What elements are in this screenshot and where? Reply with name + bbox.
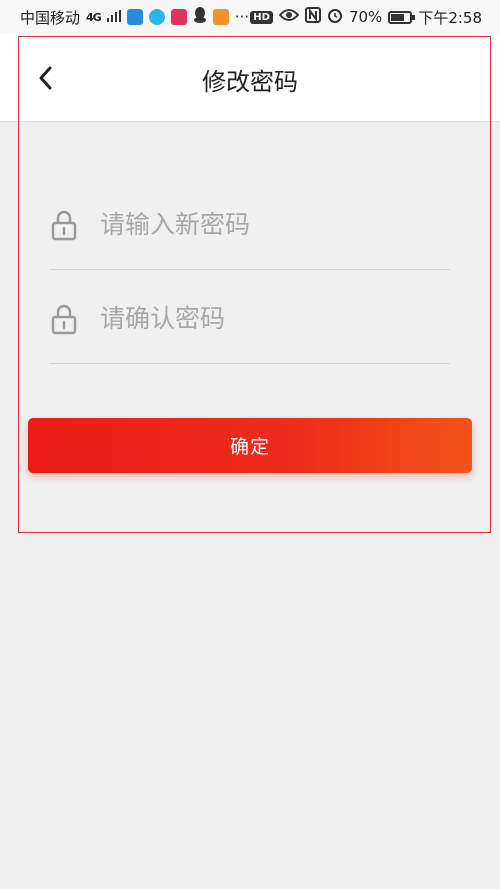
status-bar: 中国移动 4G ··· HD 70% 下午2:58 — [0, 0, 500, 34]
new-password-field — [50, 180, 450, 270]
browser-notification-icon — [148, 9, 165, 25]
more-notifications: ··· — [234, 8, 250, 26]
lock-icon — [50, 302, 78, 336]
signal-icon — [106, 8, 121, 26]
hd-badge: HD — [250, 10, 273, 24]
player-notification-icon — [212, 9, 229, 25]
status-bar-right: HD 70% 下午2:58 — [250, 7, 482, 28]
app-notification-icon — [126, 9, 143, 25]
carrier-name: 中国移动 — [20, 8, 81, 27]
lock-icon — [50, 208, 78, 242]
alarm-icon — [327, 7, 343, 27]
status-time: 下午2:58 — [418, 8, 482, 27]
confirm-password-field — [50, 274, 450, 364]
battery-percent: 70% — [348, 8, 383, 26]
status-bar-left: 中国移动 4G ··· — [20, 7, 249, 28]
video-notification-icon — [170, 9, 187, 25]
eye-icon — [278, 8, 300, 26]
confirm-button[interactable]: 确定 — [28, 418, 472, 473]
change-password-form — [50, 180, 450, 364]
app-header: 修改密码 — [0, 34, 500, 122]
battery-fill — [391, 13, 405, 21]
network-type: 4G — [86, 10, 102, 24]
battery-icon — [388, 10, 416, 24]
qq-icon — [193, 7, 207, 27]
confirm-password-input[interactable] — [100, 293, 450, 344]
nfc-icon — [304, 7, 321, 27]
new-password-input[interactable] — [100, 199, 450, 250]
page-title: 修改密码 — [202, 68, 298, 96]
